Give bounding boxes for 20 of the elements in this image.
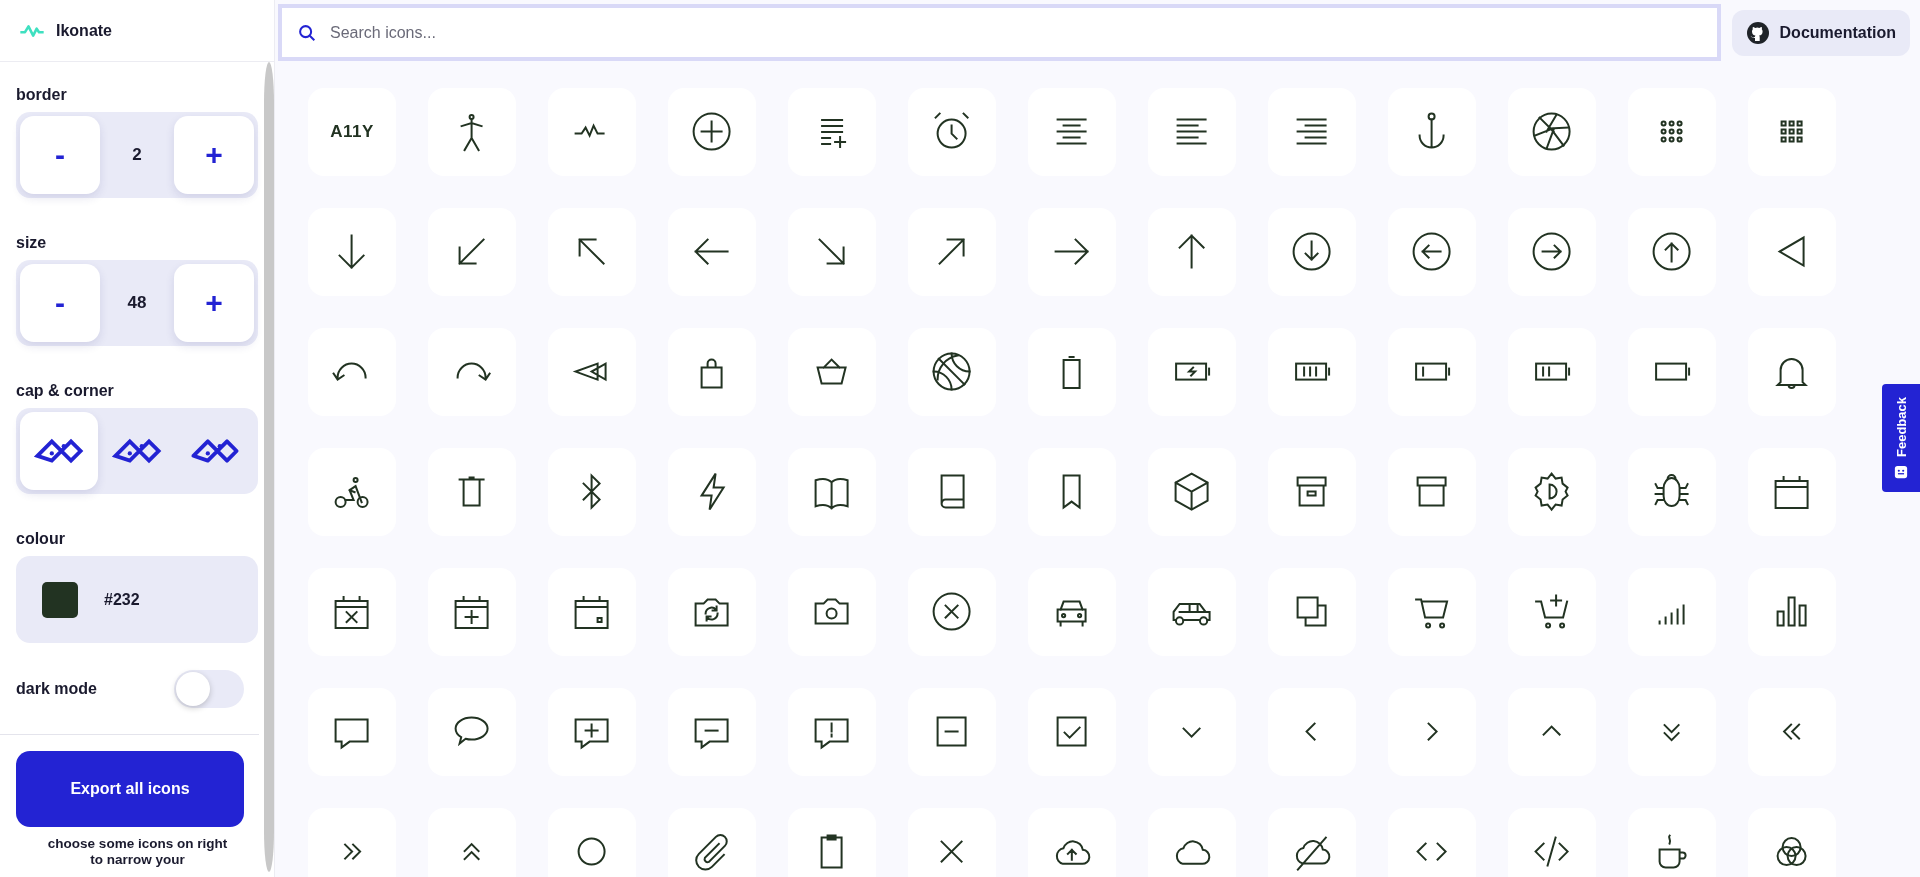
documentation-button[interactable]: Documentation: [1731, 9, 1910, 56]
control-label: dark mode: [16, 680, 97, 698]
feedback-tab[interactable]: Feedback: [1882, 384, 1920, 492]
stepper-value: 48: [127, 293, 147, 313]
control-label: colour: [16, 530, 65, 548]
app-name: Ikonate: [56, 21, 112, 40]
control-label: cap & corner: [16, 382, 114, 400]
decrease-button[interactable]: -: [20, 264, 100, 342]
export-button[interactable]: Export all icons: [16, 751, 244, 827]
hint-text: choose some icons on right to narrow your: [47, 836, 228, 868]
increase-button[interactable]: +: [174, 264, 254, 342]
icon-button[interactable]: A11Y: [308, 88, 396, 176]
control-label: size: [16, 234, 47, 252]
decrease-button[interactable]: -: [20, 116, 100, 194]
colour-control[interactable]: #232: [16, 556, 258, 643]
colour-value: #232: [104, 590, 140, 609]
stepper-value: 2: [132, 145, 142, 165]
search-field[interactable]: Search icons...: [278, 4, 1721, 61]
increase-button[interactable]: +: [174, 116, 254, 194]
control-label: border: [16, 86, 67, 104]
